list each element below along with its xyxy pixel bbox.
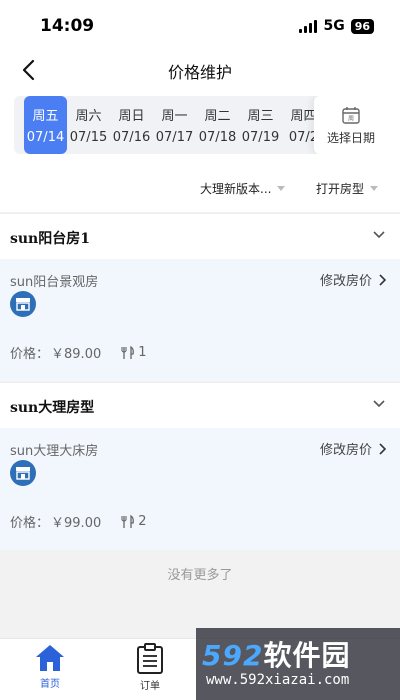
edit-price-button[interactable]: 修改房价 — [320, 270, 386, 289]
date-day: 07/18 — [198, 130, 237, 145]
tab-orders[interactable]: 订单 — [120, 643, 180, 692]
date-selector: 周五 07/14 周六 07/15 周日 07/16 周一 07/17 周二 0… — [0, 90, 400, 170]
edit-price-label: 修改房价 — [319, 443, 372, 458]
edit-price-button[interactable]: 修改房价 — [320, 439, 386, 458]
edit-price-label: 修改房价 — [319, 274, 372, 289]
meal-count: 1 — [138, 345, 147, 360]
price-value: ￥99.00 — [51, 516, 102, 531]
date-cell[interactable]: 周一 07/17 — [153, 96, 196, 154]
status-indicators: 5G 96 — [299, 18, 374, 34]
chevron-right-icon — [379, 273, 386, 286]
room-type-filter-label: 打开房型 — [316, 182, 365, 196]
store-icon — [10, 291, 36, 317]
date-cell[interactable]: 周日 07/16 — [110, 96, 153, 154]
meal-info: 1 — [121, 345, 147, 360]
date-weekday: 周一 — [161, 109, 188, 124]
no-more-text: 没有更多了 — [167, 568, 233, 583]
status-time: 14:09 — [40, 16, 95, 36]
cutlery-icon — [121, 514, 135, 528]
select-date-button[interactable]: 周 选择日期 — [314, 96, 388, 154]
caret-down-icon — [277, 186, 286, 191]
chevron-down-icon — [373, 400, 385, 408]
room-name: sun阳台景观房 — [10, 275, 99, 290]
cutlery-icon — [121, 345, 135, 359]
date-weekday: 周三 — [247, 109, 274, 124]
date-day: 07/17 — [155, 130, 194, 145]
room-card: sun大理大床房 修改房价 价格： ￥99.00 2 — [0, 428, 400, 550]
date-day: 07/15 — [69, 130, 108, 145]
room-group-title: sun大理房型 — [10, 400, 95, 416]
signal-icon — [299, 19, 318, 33]
calendar-icon-text: 周 — [348, 115, 354, 122]
store-icon — [10, 460, 36, 486]
date-cell[interactable]: 周五 07/14 — [24, 96, 67, 154]
clipboard-icon — [137, 643, 163, 674]
chevron-right-icon — [379, 442, 386, 455]
store-filter[interactable]: 大理新版本... — [200, 180, 286, 197]
room-group-header[interactable]: sun大理房型 — [0, 382, 400, 428]
watermark-url: www.592xiazai.com — [206, 672, 350, 688]
tab-home-label: 首页 — [40, 679, 60, 690]
price-row: 价格： ￥99.00 2 — [10, 512, 147, 531]
nav-bar: 价格维护 — [0, 50, 400, 90]
home-icon — [36, 645, 64, 671]
room-group-header[interactable]: sun阳台房1 — [0, 213, 400, 259]
meal-info: 2 — [121, 514, 147, 529]
watermark-brand: 软件园 — [263, 639, 351, 672]
status-bar: 14:09 5G 96 — [0, 0, 400, 50]
price-label: 价格： — [10, 347, 50, 362]
caret-down-icon — [370, 186, 379, 191]
store-filter-label: 大理新版本... — [200, 182, 272, 196]
date-day: 07/19 — [241, 130, 280, 145]
date-weekday: 周日 — [118, 109, 145, 124]
date-day: 07/14 — [26, 130, 65, 145]
date-weekday: 周五 — [32, 109, 59, 124]
watermark-logo: 592软件园 — [202, 634, 350, 674]
price-row: 价格： ￥89.00 1 — [10, 343, 147, 362]
date-day: 07/16 — [112, 130, 151, 145]
calendar-icon: 周 — [342, 106, 360, 124]
room-card: sun阳台景观房 修改房价 价格： ￥89.00 1 — [0, 259, 400, 381]
tab-home[interactable]: 首页 — [20, 643, 80, 690]
select-date-label: 选择日期 — [326, 130, 375, 145]
price-value: ￥89.00 — [51, 347, 102, 362]
tab-orders-label: 订单 — [140, 681, 160, 692]
date-cell[interactable]: 周三 07/19 — [239, 96, 282, 154]
date-weekday: 周四 — [290, 109, 317, 124]
watermark: 592软件园 www.592xiazai.com — [196, 628, 400, 700]
date-cell[interactable]: 周六 07/15 — [67, 96, 110, 154]
room-name: sun大理大床房 — [10, 444, 99, 459]
battery-icon: 96 — [350, 18, 374, 34]
date-weekday: 周二 — [204, 109, 231, 124]
room-group-title: sun阳台房1 — [10, 231, 90, 247]
network-type: 5G — [323, 18, 345, 34]
page-title: 价格维护 — [167, 63, 232, 82]
meal-count: 2 — [138, 514, 147, 529]
date-strip: 周五 07/14 周六 07/15 周日 07/16 周一 07/17 周二 0… — [14, 96, 388, 154]
filter-bar: 大理新版本... 打开房型 — [0, 170, 400, 212]
date-weekday: 周六 — [75, 109, 102, 124]
watermark-number: 592 — [202, 639, 264, 672]
date-cell[interactable]: 周二 07/18 — [196, 96, 239, 154]
chevron-down-icon — [373, 231, 385, 239]
room-type-filter[interactable]: 打开房型 — [316, 180, 379, 197]
price-label: 价格： — [10, 516, 50, 531]
